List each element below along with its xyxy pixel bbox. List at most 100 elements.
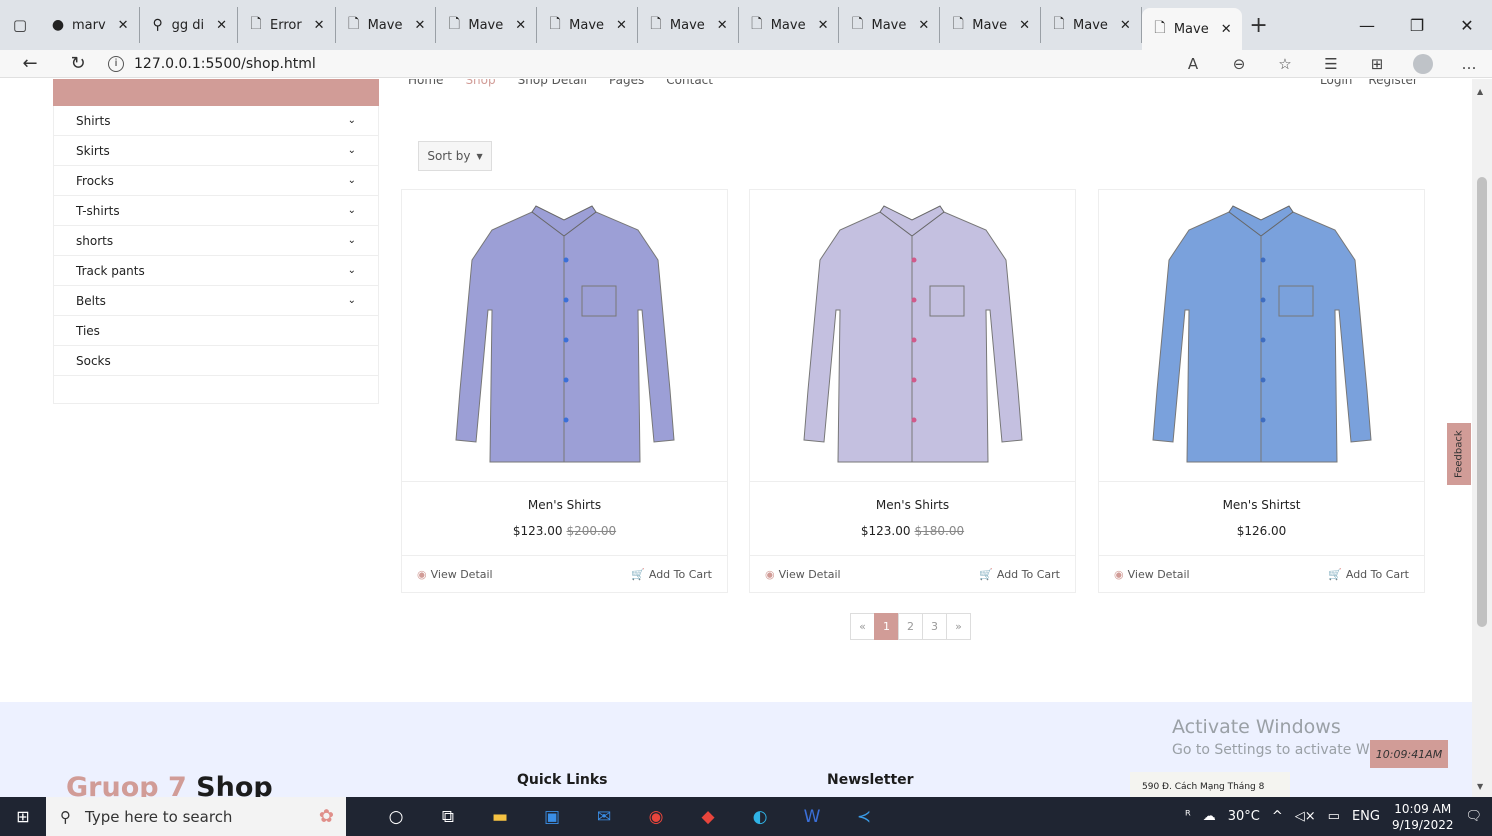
back-button[interactable]: ← (12, 53, 48, 74)
new-tab-button[interactable]: + (1242, 13, 1276, 38)
profile-avatar[interactable] (1413, 53, 1433, 74)
footer-brand[interactable]: Gruop 7 Shop (66, 772, 273, 797)
product-name[interactable]: Men's Shirtst (1099, 498, 1424, 512)
browser-tab[interactable]: 🗋 Mave ✕ (1141, 8, 1242, 50)
pagination-page[interactable]: 2 (898, 613, 923, 640)
pagination-next[interactable]: » (946, 613, 971, 640)
register-link[interactable]: Register (1368, 79, 1417, 87)
taskbar-clock[interactable]: 10:09 AM 9/19/2022 (1392, 801, 1454, 833)
category-item[interactable]: Belts ⌄ (54, 286, 378, 316)
favorites-list-icon[interactable]: ☰ (1308, 55, 1354, 73)
browser-tab[interactable]: 🗋 Mave ✕ (336, 7, 437, 43)
edge-icon[interactable]: ◐ (734, 807, 786, 827)
url-field[interactable]: i 127.0.0.1:5500/shop.html (108, 55, 316, 72)
browser-tab[interactable]: 🗋 Mave ✕ (940, 7, 1042, 43)
product-card[interactable]: Men's Shirts $123.00 $180.00 ◉ View Detail 🛒 A… (749, 189, 1076, 593)
pagination-page[interactable]: 3 (922, 613, 947, 640)
pagination-prev[interactable]: « (850, 613, 875, 640)
cortana-icon[interactable]: ○ (370, 807, 422, 827)
vscode-icon[interactable]: ≺ (838, 807, 890, 827)
nav-contact-link[interactable]: Contact (666, 79, 713, 87)
word-icon[interactable]: W (786, 807, 838, 827)
close-window-button[interactable]: ✕ (1442, 16, 1492, 35)
feedback-button[interactable]: Feedback (1447, 423, 1471, 485)
read-aloud-icon[interactable]: A (1170, 55, 1216, 73)
volume-icon[interactable]: ◁× (1295, 809, 1316, 824)
garena-icon[interactable]: ◆ (682, 807, 734, 827)
collections-icon[interactable]: ⊞ (1354, 55, 1400, 73)
restore-button[interactable]: ❐ (1392, 16, 1442, 35)
notifications-icon[interactable]: 🗨 (1465, 809, 1482, 824)
category-item[interactable]: shorts ⌄ (54, 226, 378, 256)
tab-close-icon[interactable]: ✕ (1019, 18, 1030, 33)
info-icon[interactable]: i (108, 55, 124, 72)
tab-close-icon[interactable]: ✕ (616, 18, 627, 33)
tab-close-icon[interactable]: ✕ (414, 18, 425, 33)
scroll-up-icon[interactable]: ▲ (1477, 87, 1483, 96)
tab-close-icon[interactable]: ✕ (918, 18, 929, 33)
browser-tab[interactable]: 🗋 Mave ✕ (537, 7, 638, 43)
people-icon[interactable]: ᴿ (1185, 809, 1191, 824)
product-image[interactable] (750, 190, 1075, 482)
product-card[interactable]: Men's Shirtst $126.00 ◉ View Detail 🛒 Add To … (1098, 189, 1425, 593)
windows-start-icon[interactable]: ⊞ (0, 807, 46, 826)
chrome-icon[interactable]: ◉ (630, 807, 682, 827)
sort-dropdown[interactable]: Sort by ▼ (418, 141, 492, 171)
product-image[interactable] (1099, 190, 1424, 482)
weather-temp[interactable]: 30°C (1228, 809, 1260, 824)
chevron-down-icon[interactable]: ⌄ (348, 235, 356, 246)
view-detail-button[interactable]: ◉ View Detail (765, 568, 841, 581)
browser-tab[interactable]: 🗋 Mave ✕ (839, 7, 941, 43)
browser-tab[interactable]: ● marv ✕ (40, 7, 140, 43)
tab-close-icon[interactable]: ✕ (717, 18, 728, 33)
product-name[interactable]: Men's Shirts (750, 498, 1075, 512)
taskbar-search[interactable]: ⚲ Type here to search ✿ (46, 797, 346, 836)
chevron-down-icon[interactable]: ⌄ (348, 175, 356, 186)
tab-close-icon[interactable]: ✕ (515, 18, 526, 33)
tab-close-icon[interactable]: ✕ (818, 18, 829, 33)
tab-close-icon[interactable]: ✕ (314, 18, 325, 33)
tab-close-icon[interactable]: ✕ (1221, 22, 1232, 37)
pagination-page[interactable]: 1 (874, 613, 899, 640)
category-item[interactable]: Track pants ⌄ (54, 256, 378, 286)
task-view-icon[interactable]: ⧉ (422, 807, 474, 827)
weather-icon[interactable]: ☁ (1203, 809, 1216, 824)
browser-tab[interactable]: 🗋 Mave ✕ (1041, 7, 1142, 43)
mail-icon[interactable]: ✉ (578, 807, 630, 827)
category-item[interactable]: Skirts ⌄ (54, 136, 378, 166)
browser-tab[interactable]: ⚲ gg di ✕ (140, 7, 238, 43)
map-snippet[interactable]: 590 Đ. Cách Mạng Tháng 8 (1130, 772, 1290, 797)
scrollbar-thumb[interactable] (1477, 177, 1487, 627)
chevron-down-icon[interactable]: ⌄ (348, 115, 356, 126)
more-menu-icon[interactable]: … (1446, 55, 1492, 73)
tab-actions-icon[interactable]: ▢ (0, 0, 40, 50)
category-item[interactable]: Ties (54, 316, 378, 346)
scroll-down-icon[interactable]: ▼ (1477, 782, 1483, 791)
categories-header[interactable] (53, 79, 379, 106)
view-detail-button[interactable]: ◉ View Detail (1114, 568, 1190, 581)
category-item[interactable]: Shirts ⌄ (54, 106, 378, 136)
login-link[interactable]: Login (1320, 79, 1352, 87)
browser-tab[interactable]: 🗋 Mave ✕ (638, 7, 739, 43)
chevron-down-icon[interactable]: ⌄ (348, 205, 356, 216)
chevron-down-icon[interactable]: ⌄ (348, 295, 356, 306)
category-item[interactable]: Frocks ⌄ (54, 166, 378, 196)
product-image[interactable] (402, 190, 727, 482)
zoom-icon[interactable]: ⊖ (1216, 55, 1262, 73)
browser-tab[interactable]: 🗋 Error ✕ (238, 7, 336, 43)
minimize-button[interactable]: — (1342, 16, 1392, 35)
favorite-icon[interactable]: ☆ (1262, 55, 1308, 73)
add-to-cart-button[interactable]: 🛒 Add To Cart (979, 568, 1060, 581)
tab-close-icon[interactable]: ✕ (216, 18, 227, 33)
tray-chevron-icon[interactable]: ^ (1272, 809, 1283, 824)
tab-close-icon[interactable]: ✕ (1120, 18, 1131, 33)
tab-close-icon[interactable]: ✕ (118, 18, 129, 33)
view-detail-button[interactable]: ◉ View Detail (417, 568, 493, 581)
nav-shop-detail-link[interactable]: Shop Detail (518, 79, 587, 87)
category-item[interactable]: T-shirts ⌄ (54, 196, 378, 226)
product-name[interactable]: Men's Shirts (402, 498, 727, 512)
chevron-down-icon[interactable]: ⌄ (348, 265, 356, 276)
nav-shop-link[interactable]: Shop (465, 79, 495, 87)
refresh-button[interactable]: ↻ (60, 53, 96, 74)
browser-tab[interactable]: 🗋 Mave ✕ (436, 7, 538, 43)
